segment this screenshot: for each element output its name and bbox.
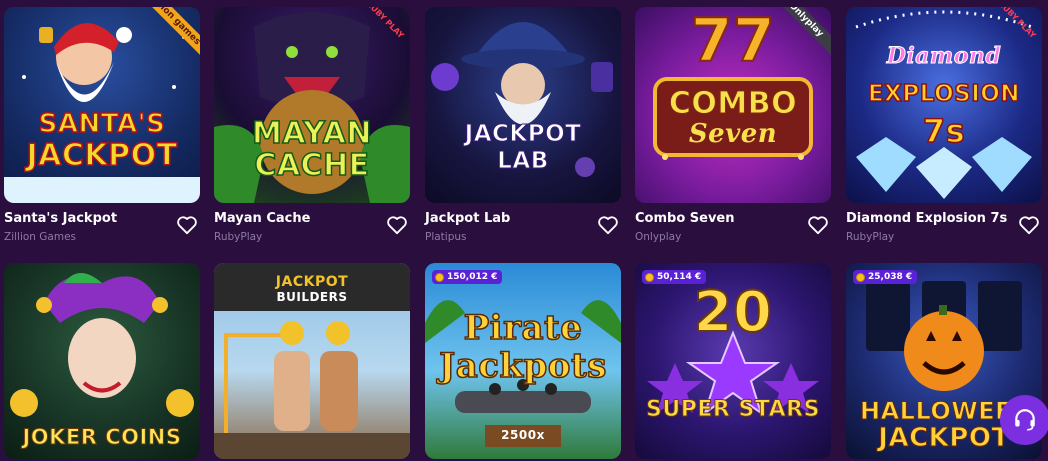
game-name[interactable]: Combo Seven	[635, 211, 831, 226]
game-card-20-super-stars[interactable]: 50,114 € 20 SUPER STARS	[635, 263, 831, 459]
game-logo-text-2: LAB	[497, 148, 549, 174]
game-logo-text-1: Diamond	[886, 43, 1002, 69]
coin-icon	[435, 272, 444, 282]
game-card-jackpot-lab[interactable]: JACKPOT LAB Jackpot Lab Platipus	[425, 7, 621, 253]
game-logo-text-2: Jackpots	[438, 346, 607, 386]
game-name[interactable]: Mayan Cache	[214, 211, 410, 226]
game-logo-text-2: BUILDERS	[276, 290, 348, 304]
game-thumbnail[interactable]: Diamond EXPLOSION 7s RUBY PLAY	[846, 7, 1042, 203]
game-thumbnail[interactable]: JACKPOT LAB	[425, 7, 621, 203]
game-card-joker-coins[interactable]: JOKER COINS	[4, 263, 200, 459]
game-thumbnail[interactable]: SANTA'S JACKPOT zillion games	[4, 7, 200, 203]
game-thumbnail[interactable]: MAYAN CACHE RUBY PLAY	[214, 7, 410, 203]
games-grid: SANTA'S JACKPOT zillion games Santa's Ja…	[0, 0, 1048, 461]
multiplier-text: 2500x	[501, 428, 545, 442]
heart-outline-icon[interactable]	[807, 215, 829, 235]
game-logo-text-2: Seven	[688, 119, 778, 149]
game-card-jackpot-builders[interactable]: JACKPOT BUILDERS	[214, 263, 410, 459]
game-thumbnail[interactable]: JOKER COINS	[4, 263, 200, 459]
heart-outline-icon[interactable]	[386, 215, 408, 235]
heart-outline-icon[interactable]	[1018, 215, 1040, 235]
game-card-mayan-cache[interactable]: MAYAN CACHE RUBY PLAY Mayan Cache RubyPl…	[214, 7, 410, 253]
game-thumbnail[interactable]: JACKPOT BUILDERS	[214, 263, 410, 459]
game-thumbnail[interactable]: 150,012 € Pirate Jackpots 2500x	[425, 263, 621, 459]
jackpot-amount: 25,038 €	[868, 272, 913, 282]
game-card-pirate-jackpots[interactable]: 150,012 € Pirate Jackpots 2500x	[425, 263, 621, 459]
jackpot-amount: 150,012 €	[447, 272, 498, 282]
game-name[interactable]: Jackpot Lab	[425, 211, 621, 226]
heart-outline-icon[interactable]	[597, 215, 619, 235]
game-provider[interactable]: RubyPlay	[846, 231, 1042, 243]
santa-artwork	[4, 23, 200, 203]
game-logo-text-1: SANTA'S	[38, 109, 166, 139]
game-logo-text-1: 20	[693, 280, 773, 345]
headset-icon	[1015, 409, 1035, 431]
game-logo-text-1: COMBO	[668, 86, 798, 121]
game-logo-text-2: SUPER STARS	[646, 397, 820, 422]
game-thumbnail[interactable]: 77 COMBO Seven Onlyplay	[635, 7, 831, 203]
game-logo-text-2: CACHE	[254, 148, 370, 183]
game-thumbnail[interactable]: 50,114 € 20 SUPER STARS	[635, 263, 831, 459]
game-logo-text-1: JACKPOT	[464, 121, 582, 147]
game-name[interactable]: Diamond Explosion 7s	[846, 211, 1042, 226]
coin-icon	[645, 272, 654, 282]
game-card-combo-seven[interactable]: 77 COMBO Seven Onlyplay Combo Seven Only…	[635, 7, 831, 253]
game-provider[interactable]: Zillion Games	[4, 231, 200, 243]
jackpot-badge: 150,012 €	[432, 270, 503, 284]
game-provider[interactable]: RubyPlay	[214, 231, 410, 243]
game-card-santas-jackpot[interactable]: SANTA'S JACKPOT zillion games Santa's Ja…	[4, 7, 200, 253]
coin-icon	[856, 272, 865, 282]
game-provider[interactable]: Platipus	[425, 231, 621, 243]
game-provider[interactable]: Onlyplay	[635, 231, 831, 243]
game-logo-text-1: Pirate	[463, 308, 583, 348]
game-name[interactable]: Santa's Jackpot	[4, 211, 200, 226]
heart-outline-icon[interactable]	[176, 215, 198, 235]
game-logo-text-1: JACKPOT	[275, 274, 349, 290]
game-logo-text-2: EXPLOSION	[867, 81, 1021, 107]
game-logo-text-2: JACKPOT	[26, 138, 178, 173]
game-logo-text-1: JOKER COINS	[22, 425, 182, 449]
game-logo-text-1: MAYAN	[251, 116, 372, 151]
game-card-diamond-explosion-7s[interactable]: Diamond EXPLOSION 7s RUBY PLAY Diamond E…	[846, 7, 1042, 253]
game-logo-text-3: 7s	[922, 112, 966, 150]
support-chat-button[interactable]	[1000, 395, 1048, 445]
jackpot-badge: 25,038 €	[853, 270, 918, 284]
